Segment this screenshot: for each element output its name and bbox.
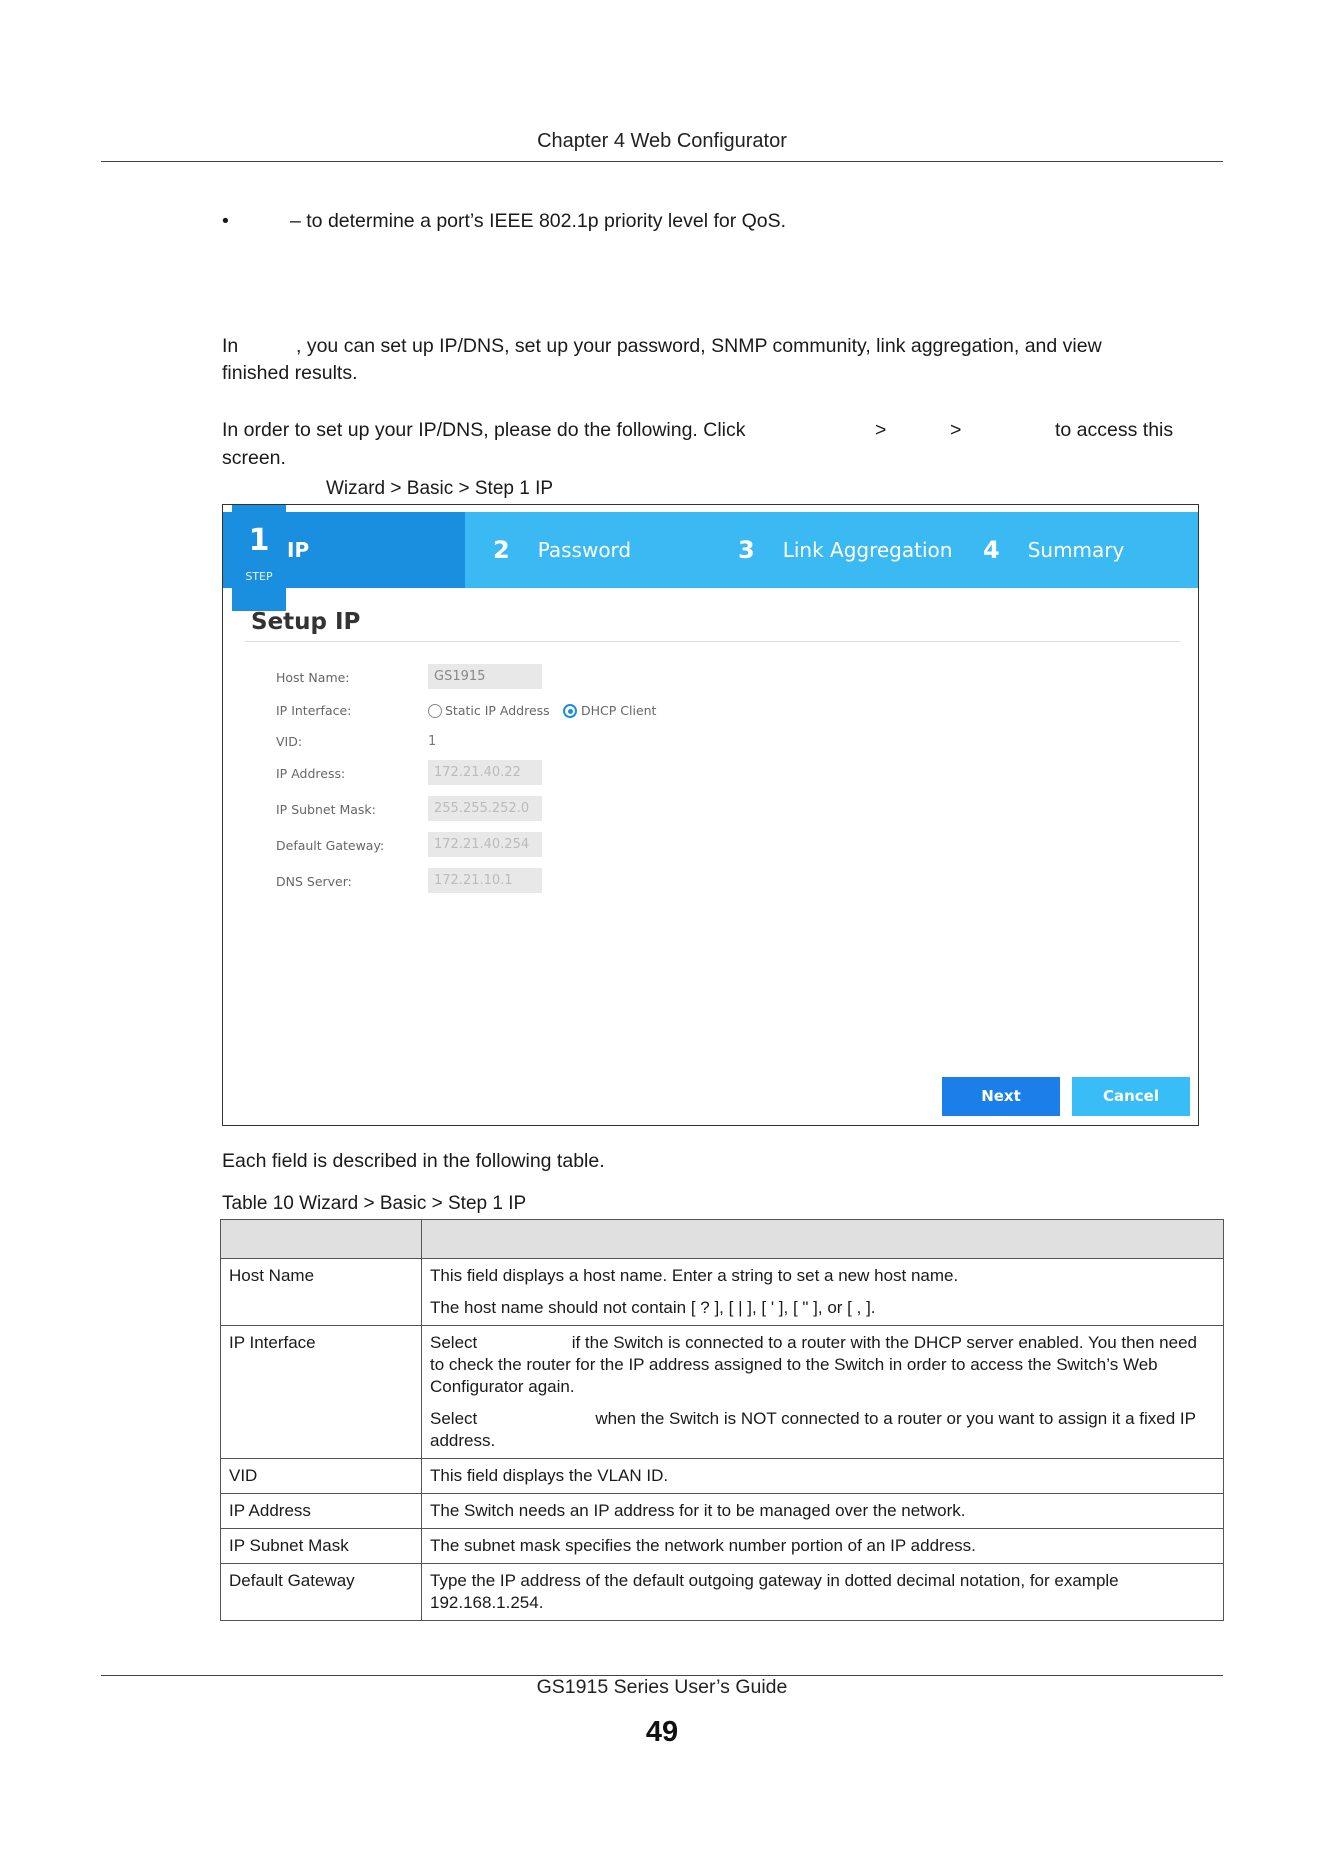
para2-start: In order to set up your IP/DNS, please d… (222, 419, 746, 441)
step-badge: 1 STEP (232, 505, 286, 611)
table-header-cell (220, 1219, 422, 1259)
row-description: This field displays the VLAN ID. (421, 1458, 1224, 1494)
para1-start: In (222, 335, 239, 357)
table-intro: Each field is described in the following… (222, 1150, 605, 1172)
row-desc-para: The subnet mask specifies the network nu… (430, 1536, 976, 1555)
table-caption: Table 10 Wizard > Basic > Step 1 IP (222, 1193, 527, 1214)
row-desc-para: Type the IP address of the default outgo… (430, 1571, 1119, 1612)
static-ip-label: Static IP Address (445, 703, 550, 718)
step-4-label: Summary (1027, 538, 1125, 562)
row-label: IP Interface (220, 1325, 422, 1459)
table-header-cell (421, 1219, 1224, 1259)
ip-interface-label: IP Interface: (276, 703, 352, 718)
table-row: Host Name This field displays a host nam… (220, 1258, 1224, 1326)
step-4-number: 4 (983, 536, 1000, 564)
row-description: The Switch needs an IP address for it to… (421, 1493, 1224, 1529)
step-2[interactable]: 2 Password (493, 512, 631, 588)
step-2-label: Password (537, 538, 632, 562)
wizard-screenshot: IP 2 Password 3 Link Aggregation 4 Summa… (222, 504, 1199, 1126)
step-3-label: Link Aggregation (782, 538, 953, 562)
step-4[interactable]: 4 Summary (983, 512, 1124, 588)
table-row: IP Address The Switch needs an IP addres… (220, 1493, 1224, 1529)
step-3[interactable]: 3 Link Aggregation (738, 512, 952, 588)
step-1-label: IP (287, 538, 310, 562)
table-row: Default Gateway Type the IP address of t… (220, 1563, 1224, 1621)
vid-value: 1 (428, 734, 437, 749)
row-desc-para: The Switch needs an IP address for it to… (430, 1501, 966, 1520)
row-description: This field displays a host name. Enter a… (421, 1258, 1224, 1326)
row-label: Default Gateway (220, 1563, 422, 1621)
step-2-number: 2 (493, 536, 510, 564)
table-row: VID This field displays the VLAN ID. (220, 1458, 1224, 1494)
ip-address-label: IP Address: (276, 766, 346, 781)
default-gateway-label: Default Gateway: (276, 838, 385, 853)
row-description: Select if the Switch is connected to a r… (421, 1325, 1224, 1459)
table-row: IP Interface Select if the Switch is con… (220, 1325, 1224, 1459)
table-row: IP Subnet Mask The subnet mask specifies… (220, 1528, 1224, 1564)
row-label: Host Name (220, 1258, 422, 1326)
dns-server-input[interactable]: 172.21.10.1 (428, 868, 542, 893)
para2-gt1: > (875, 419, 887, 441)
row-desc-para: This field displays the VLAN ID. (430, 1466, 669, 1485)
next-button[interactable]: Next (942, 1077, 1060, 1116)
row-label: IP Subnet Mask (220, 1528, 422, 1564)
description-table: Host Name This field displays a host nam… (220, 1219, 1224, 1621)
row-desc-para: The host name should not contain [ ? ], … (430, 1298, 876, 1317)
header-rule (101, 161, 1223, 162)
step-1[interactable]: IP (287, 512, 309, 588)
row-label: IP Address (220, 1493, 422, 1529)
subnet-mask-input[interactable]: 255.255.252.0 (428, 796, 542, 821)
dns-server-label: DNS Server: (276, 874, 352, 889)
chapter-header: Chapter 4 Web Configurator (537, 130, 787, 152)
table-header-row (220, 1219, 1224, 1259)
row-description: The subnet mask specifies the network nu… (421, 1528, 1224, 1564)
setup-title: Setup IP (251, 609, 361, 635)
row-desc-para: Select when the Switch is NOT connected … (430, 1409, 1201, 1450)
para2-rest: to access this (1055, 419, 1174, 441)
vid-label: VID: (276, 734, 303, 749)
figure-caption: Wizard > Basic > Step 1 IP (326, 478, 554, 499)
bullet-text: – to determine a port’s IEEE 802.1p prio… (290, 210, 787, 232)
ip-address-input[interactable]: 172.21.40.22 (428, 760, 542, 785)
para2-gt2: > (950, 419, 962, 441)
step-badge-label: STEP (245, 570, 273, 583)
setup-divider (245, 641, 1180, 642)
static-ip-radio[interactable] (428, 704, 442, 718)
step-bar: IP 2 Password 3 Link Aggregation 4 Summa… (223, 512, 1198, 588)
guide-title: GS1915 Series User’s Guide (536, 1676, 788, 1698)
row-description: Type the IP address of the default outgo… (421, 1563, 1224, 1621)
dhcp-client-label: DHCP Client (581, 703, 657, 718)
para2-end: screen. (222, 447, 286, 469)
step-badge-tip (232, 587, 286, 611)
host-name-input[interactable]: GS1915 (428, 664, 542, 689)
dhcp-client-radio[interactable] (563, 704, 577, 718)
para1-rest: , you can set up IP/DNS, set up your pas… (296, 335, 1102, 357)
page-number: 49 (645, 1716, 679, 1748)
row-desc-para: Select if the Switch is connected to a r… (430, 1333, 1202, 1396)
step-badge-number: 1 (248, 523, 270, 558)
host-name-label: Host Name: (276, 670, 350, 685)
row-desc-para: This field displays a host name. Enter a… (430, 1266, 959, 1285)
step-3-number: 3 (738, 536, 755, 564)
para1-end: finished results. (222, 362, 358, 384)
default-gateway-input[interactable]: 172.21.40.254 (428, 832, 542, 857)
row-label: VID (220, 1458, 422, 1494)
bullet-symbol: • (222, 210, 229, 232)
subnet-mask-label: IP Subnet Mask: (276, 802, 376, 817)
cancel-button[interactable]: Cancel (1072, 1077, 1190, 1116)
